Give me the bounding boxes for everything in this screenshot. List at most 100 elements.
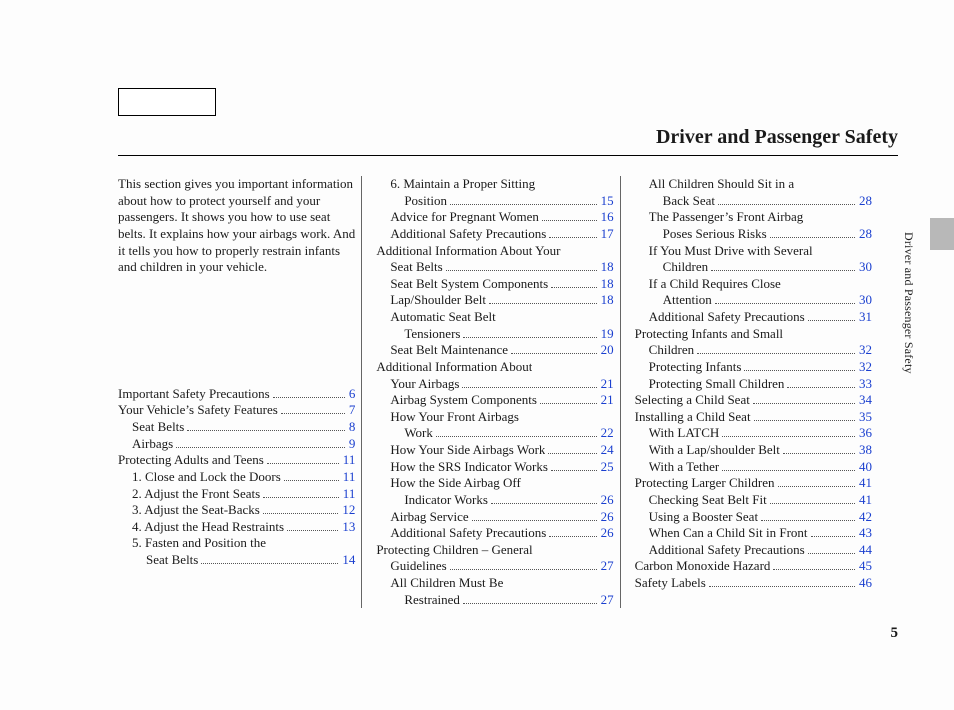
leader-dots: [491, 503, 597, 504]
toc-entry-label: Installing a Child Seat: [635, 409, 751, 426]
toc-entry: Important Safety Precautions6: [118, 386, 355, 403]
toc-page-link[interactable]: 44: [859, 542, 872, 559]
toc-page-link[interactable]: 8: [349, 419, 356, 436]
toc-page-link[interactable]: 28: [859, 193, 872, 210]
toc-page-link[interactable]: 21: [601, 376, 614, 393]
toc-page-link[interactable]: 7: [349, 402, 356, 419]
toc-page-link[interactable]: 11: [343, 469, 356, 486]
toc-page-link[interactable]: 34: [859, 392, 872, 409]
toc-entry-label: 4. Adjust the Head Restraints: [132, 519, 284, 536]
toc-page-link[interactable]: 46: [859, 575, 872, 592]
toc-page-link[interactable]: 28: [859, 226, 872, 243]
toc-page-link[interactable]: 14: [342, 552, 355, 569]
toc-entry-label: Seat Belt Maintenance: [390, 342, 508, 359]
toc-page-link[interactable]: 42: [859, 509, 872, 526]
toc-page-link[interactable]: 18: [601, 259, 614, 276]
toc-entry: Seat Belt System Components 18: [390, 276, 613, 293]
toc-page-link[interactable]: 26: [601, 525, 614, 542]
toc-page-link[interactable]: 35: [859, 409, 872, 426]
toc-entry: If You Must Drive with Several: [649, 243, 872, 260]
toc-page-link[interactable]: 15: [601, 193, 614, 210]
toc-page-link[interactable]: 40: [859, 459, 872, 476]
toc-page-link[interactable]: 24: [601, 442, 614, 459]
toc-entry-label: Selecting a Child Seat: [635, 392, 750, 409]
toc-entry-label: Poses Serious Risks: [663, 226, 767, 243]
toc-page-link[interactable]: 22: [601, 425, 614, 442]
toc-page-link[interactable]: 26: [601, 492, 614, 509]
leader-dots: [462, 387, 596, 388]
toc-page-link[interactable]: 45: [859, 558, 872, 575]
toc-page-link[interactable]: 27: [601, 592, 614, 609]
toc-entry-label: Additional Safety Precautions: [649, 542, 805, 559]
toc-page-link[interactable]: 30: [859, 259, 872, 276]
toc-page-link[interactable]: 17: [601, 226, 614, 243]
toc-page-link[interactable]: 12: [342, 502, 355, 519]
toc-entry-label: Indicator Works: [404, 492, 488, 509]
toc-entry-continuation: Guidelines27: [390, 558, 613, 575]
toc-page-link[interactable]: 19: [601, 326, 614, 343]
toc-entry: Additional Safety Precautions26: [390, 525, 613, 542]
toc-page-link[interactable]: 38: [859, 442, 872, 459]
toc-page-link[interactable]: 18: [601, 292, 614, 309]
toc-page-link[interactable]: 33: [859, 376, 872, 393]
toc-page-link[interactable]: 11: [343, 452, 356, 469]
toc-entry-label: If a Child Requires Close: [649, 276, 781, 293]
toc-entry-label: Your Vehicle’s Safety Features: [118, 402, 278, 419]
toc-entry-continuation: Indicator Works 26: [404, 492, 613, 509]
toc-page-link[interactable]: 32: [859, 342, 872, 359]
toc-page-link[interactable]: 6: [349, 386, 356, 403]
toc-entry-label: Attention: [663, 292, 712, 309]
toc-page-link[interactable]: 41: [859, 492, 872, 509]
leader-dots: [761, 520, 855, 521]
toc-entry-label: 2. Adjust the Front Seats: [132, 486, 260, 503]
toc-entry: With a Lap/shoulder Belt38: [649, 442, 872, 459]
toc-page-link[interactable]: 30: [859, 292, 872, 309]
toc-entry-label: Seat Belt System Components: [390, 276, 548, 293]
leader-dots: [450, 204, 597, 205]
leader-dots: [436, 436, 597, 437]
toc-entry: How Your Front Airbags: [390, 409, 613, 426]
toc-entry-label: Lap/Shoulder Belt: [390, 292, 486, 309]
toc-entry: If a Child Requires Close: [649, 276, 872, 293]
toc-entry: Protecting Small Children33: [649, 376, 872, 393]
toc-entry-continuation: Back Seat28: [663, 193, 872, 210]
leader-dots: [718, 204, 855, 205]
toc-entry-label: 3. Adjust the Seat-Backs: [132, 502, 260, 519]
toc-entry-label: The Passenger’s Front Airbag: [649, 209, 804, 226]
toc-page-link[interactable]: 21: [601, 392, 614, 409]
toc-page-link[interactable]: 43: [859, 525, 872, 542]
leader-dots: [551, 470, 597, 471]
toc-page-link[interactable]: 31: [859, 309, 872, 326]
toc-page-link[interactable]: 11: [343, 486, 356, 503]
toc-entry-label: Advice for Pregnant Women: [390, 209, 539, 226]
toc-page-link[interactable]: 41: [859, 475, 872, 492]
toc-entry: Additional Safety Precautions 44: [649, 542, 872, 559]
toc-entry: 3. Adjust the Seat-Backs 12: [132, 502, 355, 519]
toc-entry: 2. Adjust the Front Seats 11: [132, 486, 355, 503]
toc-entry: 5. Fasten and Position the: [132, 535, 355, 552]
toc-entry: The Passenger’s Front Airbag: [649, 209, 872, 226]
toc-entry-label: Seat Belts: [146, 552, 198, 569]
leader-dots: [697, 353, 855, 354]
leader-dots: [722, 436, 855, 437]
toc-page-link[interactable]: 20: [601, 342, 614, 359]
toc-page-link[interactable]: 32: [859, 359, 872, 376]
toc-entry-label: Your Airbags: [390, 376, 459, 393]
toc-page-link[interactable]: 27: [601, 558, 614, 575]
toc-page-link[interactable]: 16: [601, 209, 614, 226]
leader-dots: [472, 520, 597, 521]
leader-dots: [549, 237, 596, 238]
toc-page-link[interactable]: 13: [342, 519, 355, 536]
toc-entry-label: How the Side Airbag Off: [390, 475, 520, 492]
toc-page-link[interactable]: 18: [601, 276, 614, 293]
toc-entry: Airbag System Components21: [390, 392, 613, 409]
leader-dots: [808, 553, 855, 554]
toc-entry-label: Additional Safety Precautions: [649, 309, 805, 326]
toc-page-link[interactable]: 25: [601, 459, 614, 476]
toc-page-link[interactable]: 9: [349, 436, 356, 453]
leader-dots: [187, 430, 344, 431]
intro-paragraph: This section gives you important informa…: [118, 176, 355, 276]
toc-entry: How Your Side Airbags Work24: [390, 442, 613, 459]
toc-page-link[interactable]: 26: [601, 509, 614, 526]
toc-page-link[interactable]: 36: [859, 425, 872, 442]
